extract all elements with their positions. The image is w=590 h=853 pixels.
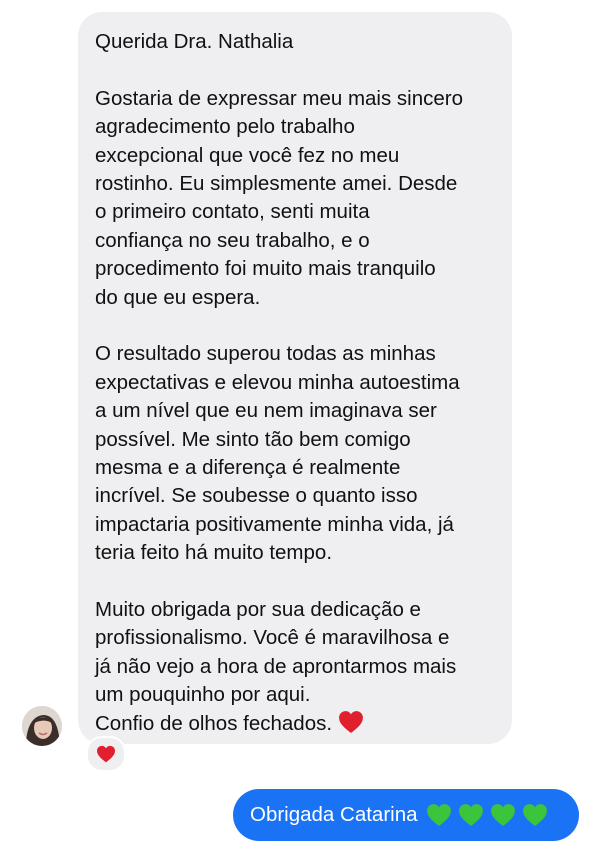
message-line: confiança no seu trabalho, e o <box>95 228 370 252</box>
message-line: incrível. Se soubesse o quanto isso <box>95 484 418 508</box>
message-line: um pouquinho por aqui. <box>95 683 311 707</box>
outgoing-message-text: Obrigada Catarina <box>250 803 418 826</box>
message-greeting-paragraph: Querida Dra. Nathalia <box>95 28 500 56</box>
message-line: a um nível que eu nem imaginava ser <box>95 399 437 423</box>
green-heart-icon <box>426 803 452 827</box>
message-line: Gostaria de expressar meu mais sincero <box>95 86 464 110</box>
green-heart-icon <box>522 803 548 827</box>
incoming-message-bubble[interactable]: Querida Dra. Nathalia Gostaria de expres… <box>78 12 512 744</box>
message-line: rostinho. Eu simplesmente amei. Desde <box>95 172 458 196</box>
message-line: O resultado superou todas as minhas <box>95 342 436 366</box>
red-heart-icon <box>96 745 116 763</box>
message-line: profissionalismo. Você é maravilhosa e <box>95 626 450 650</box>
message-paragraph-3: Muito obrigada por sua dedicação e profi… <box>95 596 500 738</box>
message-paragraph-1: Gostaria de expressar meu mais sincero a… <box>95 85 500 312</box>
message-line: agradecimento pelo trabalho <box>95 115 355 139</box>
message-line: do que eu espera. <box>95 285 261 309</box>
green-heart-icon <box>490 803 516 827</box>
message-greeting: Querida Dra. Nathalia <box>95 30 294 53</box>
message-line: possível. Me sinto tão bem comigo <box>95 427 411 451</box>
green-heart-icon <box>458 803 484 827</box>
message-line: procedimento foi muito mais tranquilo <box>95 257 436 281</box>
message-line: Confio de olhos fechados. <box>95 711 333 735</box>
message-line: teria feito há muito tempo. <box>95 541 333 565</box>
avatar-photo <box>22 706 62 746</box>
message-line: excepcional que você fez no meu <box>95 143 400 167</box>
message-last-line: Confio de olhos fechados. <box>95 710 500 738</box>
red-heart-icon <box>338 710 364 734</box>
message-line: o primeiro contato, senti muita <box>95 200 370 224</box>
message-line: já não vejo a hora de aprontarmos mais <box>95 654 457 678</box>
message-line: expectativas e elevou minha autoestima <box>95 370 460 394</box>
message-reaction[interactable] <box>86 736 126 772</box>
message-line: impactaria positivamente minha vida, já <box>95 512 454 536</box>
green-hearts-group <box>426 803 548 827</box>
outgoing-message-bubble[interactable]: Obrigada Catarina <box>233 789 579 841</box>
message-line: Muito obrigada por sua dedicação e <box>95 598 421 622</box>
message-paragraph-2: O resultado superou todas as minhas expe… <box>95 340 500 567</box>
sender-avatar[interactable] <box>22 706 62 746</box>
message-line: mesma e a diferença é realmente <box>95 456 401 480</box>
